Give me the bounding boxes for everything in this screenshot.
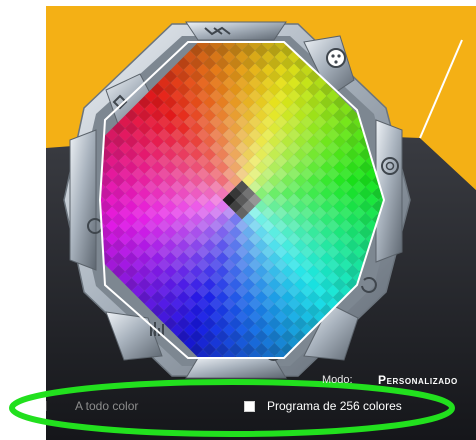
palette-icon xyxy=(326,48,346,68)
mode-label: Modo: xyxy=(322,374,353,386)
full-color-label: A todo color xyxy=(75,399,139,413)
mode-value: Personalizado xyxy=(378,373,458,387)
palette-dot xyxy=(331,54,335,58)
full-color-option[interactable]: A todo color xyxy=(46,399,138,413)
palette-dot xyxy=(334,60,338,64)
256-color-option[interactable]: Programa de 256 colores xyxy=(244,399,402,413)
256-color-label: Programa de 256 colores xyxy=(267,399,402,413)
side-button-top[interactable] xyxy=(185,21,287,41)
palette-dot xyxy=(337,54,341,58)
game-color-customization-screen: Modo: Personalizado A todo color Program… xyxy=(0,0,476,440)
radio-marker xyxy=(46,401,47,411)
checkbox[interactable] xyxy=(244,400,255,412)
